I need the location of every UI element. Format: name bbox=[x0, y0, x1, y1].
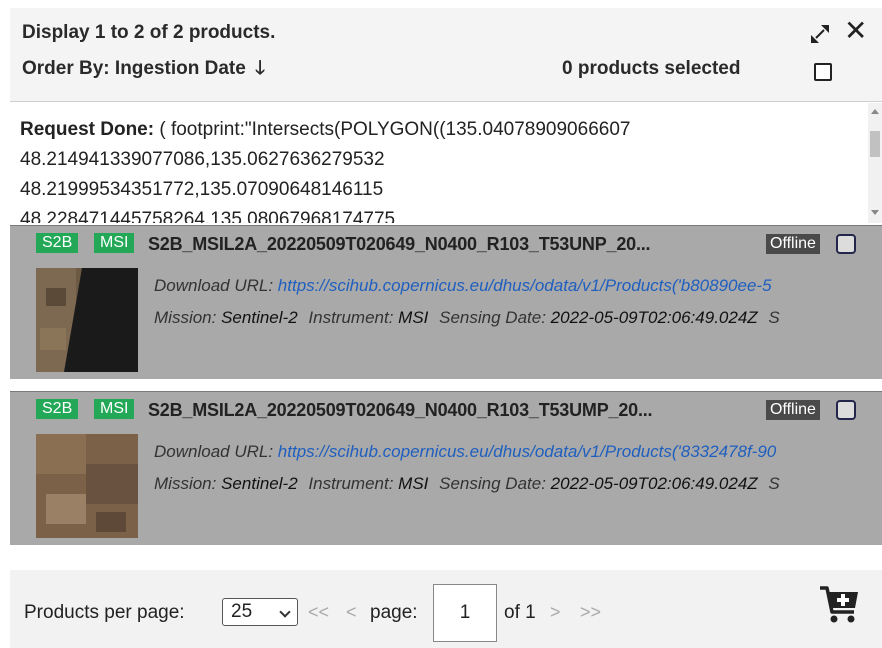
sensing-date-value: 2022-05-09T02:06:49.024Z bbox=[550, 308, 758, 327]
product-title[interactable]: S2B_MSIL2A_20220509T020649_N0400_R103_T5… bbox=[148, 400, 653, 421]
status-badge: Offline bbox=[766, 400, 820, 420]
download-url-link[interactable]: https://scihub.copernicus.eu/dhus/odata/… bbox=[278, 442, 776, 461]
truncated-text: S bbox=[768, 474, 780, 493]
scroll-thumb[interactable] bbox=[870, 131, 880, 157]
product-checkbox[interactable] bbox=[836, 400, 856, 420]
sort-down-arrow-icon[interactable]: 🡓 bbox=[255, 58, 265, 79]
per-page-label: Products per page: bbox=[24, 602, 185, 623]
previous-page-button[interactable]: < bbox=[346, 602, 357, 623]
select-all-checkbox[interactable] bbox=[814, 63, 832, 81]
close-icon[interactable]: ✕ bbox=[844, 17, 867, 45]
order-by[interactable]: Order By: Ingestion Date 🡓 bbox=[22, 54, 265, 86]
page-number-input[interactable]: 1 bbox=[433, 584, 497, 642]
last-page-button[interactable]: >> bbox=[580, 602, 601, 623]
results-header: Display 1 to 2 of 2 products. Order By: … bbox=[10, 8, 882, 102]
request-line-2: 48.214941339077086,135.0627636279532 bbox=[20, 149, 385, 170]
product-title[interactable]: S2B_MSIL2A_20220509T020649_N0400_R103_T5… bbox=[148, 234, 651, 255]
download-url-row: Download URL: https://scihub.copernicus.… bbox=[154, 276, 868, 296]
instrument-value: MSI bbox=[398, 308, 429, 327]
scroll-down-icon[interactable] bbox=[871, 210, 879, 215]
instrument-badge: MSI bbox=[94, 399, 135, 419]
display-count-text: Display 1 to 2 of 2 products. bbox=[22, 22, 276, 43]
cart-add-icon[interactable] bbox=[818, 582, 862, 626]
metadata-row: Mission: Sentinel-2 Instrument: MSI Sens… bbox=[154, 308, 868, 328]
per-page-value: 25 bbox=[231, 601, 253, 622]
product-list-panel: Display 1 to 2 of 2 products. Order By: … bbox=[0, 0, 882, 648]
request-line-1: Request Done: ( footprint:"Intersects(PO… bbox=[20, 115, 860, 145]
metadata-row: Mission: Sentinel-2 Instrument: MSI Sens… bbox=[154, 474, 868, 494]
order-by-text: Order By: Ingestion Date bbox=[22, 58, 246, 79]
status-badge: Offline bbox=[766, 234, 820, 254]
download-label: Download URL: bbox=[154, 276, 274, 295]
instrument-label: Instrument: bbox=[308, 474, 394, 493]
request-line-4: 48.228471445758264,135.08067968174775 bbox=[20, 209, 396, 223]
request-label: Request Done: bbox=[20, 119, 155, 140]
satellite-badge: S2B bbox=[36, 399, 79, 419]
mission-label: Mission: bbox=[154, 474, 217, 493]
scroll-up-icon[interactable] bbox=[871, 109, 879, 114]
request-line-3: 48.21999534351772,135.07090648146115 bbox=[20, 179, 384, 200]
request-query-area[interactable]: Request Done: ( footprint:"Intersects(PO… bbox=[10, 103, 882, 223]
truncated-text: S bbox=[768, 308, 780, 327]
per-page-select[interactable]: 25 bbox=[222, 598, 298, 626]
request-text-1: ( footprint:"Intersects(POLYGON((135.040… bbox=[154, 119, 631, 140]
next-page-button[interactable]: > bbox=[550, 602, 561, 623]
mission-value: Sentinel-2 bbox=[221, 308, 298, 327]
instrument-value: MSI bbox=[398, 474, 429, 493]
sensing-date-label: Sensing Date: bbox=[439, 308, 546, 327]
selected-count-text: 0 products selected bbox=[562, 58, 741, 79]
product-thumbnail[interactable] bbox=[36, 434, 138, 538]
sensing-date-value: 2022-05-09T02:06:49.024Z bbox=[550, 474, 758, 493]
product-checkbox[interactable] bbox=[836, 234, 856, 254]
satellite-badge: S2B bbox=[36, 233, 79, 253]
sensing-date-label: Sensing Date: bbox=[439, 474, 546, 493]
expand-icon[interactable] bbox=[808, 22, 832, 46]
download-url-link[interactable]: https://scihub.copernicus.eu/dhus/odata/… bbox=[278, 276, 772, 295]
product-item[interactable]: S2B MSI S2B_MSIL2A_20220509T020649_N0400… bbox=[10, 391, 882, 545]
mission-value: Sentinel-2 bbox=[221, 474, 298, 493]
page-total-label: of 1 bbox=[504, 602, 536, 623]
download-label: Download URL: bbox=[154, 442, 274, 461]
page-label: page: bbox=[370, 602, 418, 623]
product-thumbnail[interactable] bbox=[36, 268, 138, 372]
instrument-label: Instrument: bbox=[308, 308, 394, 327]
chevron-down-icon bbox=[279, 606, 291, 618]
first-page-button[interactable]: << bbox=[308, 602, 329, 623]
download-url-row: Download URL: https://scihub.copernicus.… bbox=[154, 442, 868, 462]
instrument-badge: MSI bbox=[94, 233, 135, 253]
mission-label: Mission: bbox=[154, 308, 217, 327]
product-item[interactable]: S2B MSI S2B_MSIL2A_20220509T020649_N0400… bbox=[10, 225, 882, 379]
request-scrollbar[interactable] bbox=[868, 103, 882, 223]
pagination-footer: Products per page: 25 << < page: 1 of 1 … bbox=[10, 570, 882, 648]
